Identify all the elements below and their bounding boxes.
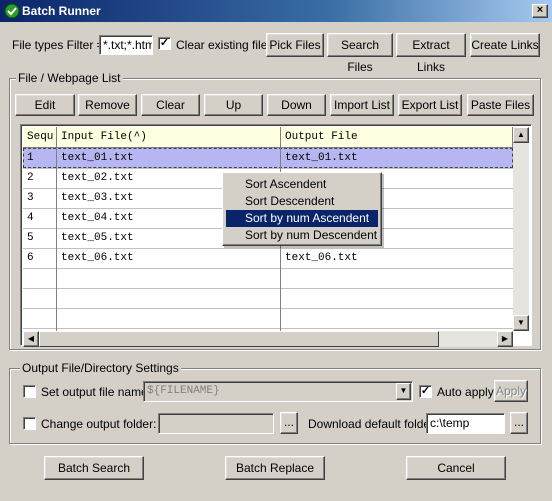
paste-files-button[interactable]: Paste Files <box>467 94 534 116</box>
download-folder-label: Download default folder: <box>308 417 438 431</box>
remove-button[interactable]: Remove <box>78 94 137 116</box>
window-title: Batch Runner <box>22 4 101 18</box>
scroll-left-button[interactable]: ◀ <box>23 331 39 347</box>
row-6-output[interactable]: text_06.txt <box>281 249 511 268</box>
row-6-seq[interactable]: 6 <box>23 249 56 268</box>
arrow-up-icon: ▲ <box>517 130 525 139</box>
cancel-button[interactable]: Cancel <box>406 456 506 480</box>
set-output-name-checkbox[interactable] <box>23 385 36 398</box>
output-name-combo[interactable]: ${FILENAME} ▼ <box>143 381 413 402</box>
row-4-seq[interactable]: 4 <box>23 209 56 228</box>
change-output-folder-label: Change output folder: <box>41 417 157 431</box>
column-header-input[interactable]: Input File(^) <box>57 127 281 148</box>
row-2-seq[interactable]: 2 <box>23 169 56 188</box>
scroll-right-button[interactable]: ▶ <box>497 331 513 347</box>
clear-existing-checkbox[interactable]: ✓ <box>158 37 171 50</box>
create-links-button[interactable]: Create Links <box>470 33 540 57</box>
scroll-down-button[interactable]: ▼ <box>513 315 529 331</box>
search-files-button[interactable]: Search Files <box>327 33 393 74</box>
apply-button[interactable]: Apply <box>494 380 528 402</box>
extract-links-button[interactable]: Extract Links <box>396 33 466 74</box>
output-folder-browse-button[interactable]: ... <box>280 412 298 434</box>
output-settings-group-title: Output File/Directory Settings <box>20 361 181 375</box>
menu-item-sort-num-descendent[interactable]: Sort by num Descendent <box>226 227 378 244</box>
row-divider <box>23 328 513 329</box>
horizontal-scrollbar[interactable]: ◀ ▶ <box>23 331 513 347</box>
auto-apply-checkbox[interactable]: ✓ <box>419 385 432 398</box>
title-bar: Batch Runner × <box>0 0 552 22</box>
row-3-seq[interactable]: 3 <box>23 189 56 208</box>
row-1-output[interactable]: text_01.txt <box>281 149 511 168</box>
download-folder-browse-button[interactable]: ... <box>510 412 528 434</box>
output-name-value: ${FILENAME} <box>147 385 220 397</box>
column-header-seq[interactable]: Sequ <box>23 127 57 148</box>
row-divider <box>23 268 513 269</box>
close-button[interactable]: × <box>532 4 548 18</box>
auto-apply-label: Auto apply <box>437 385 494 399</box>
edit-button[interactable]: Edit <box>15 94 75 116</box>
batch-replace-button[interactable]: Batch Replace <box>225 456 325 480</box>
arrow-left-icon: ◀ <box>27 334 35 343</box>
output-name-dropdown-button[interactable]: ▼ <box>396 383 411 400</box>
import-list-button[interactable]: Import List <box>330 94 394 116</box>
clear-list-button[interactable]: Clear <box>141 94 200 116</box>
sort-context-menu: Sort Ascendent Sort Descendent Sort by n… <box>222 172 382 246</box>
column-header-output[interactable]: Output File <box>281 127 513 148</box>
pick-files-button[interactable]: Pick Files <box>266 33 324 57</box>
output-folder-input[interactable] <box>158 413 274 434</box>
vertical-scrollbar[interactable]: ▲ ▼ <box>513 127 529 331</box>
row-divider <box>23 288 513 289</box>
scroll-up-button[interactable]: ▲ <box>513 127 529 143</box>
row-divider <box>23 308 513 309</box>
app-icon <box>4 3 20 19</box>
menu-item-sort-descendent[interactable]: Sort Descendent <box>226 193 378 210</box>
file-list-group-title: File / Webpage List <box>16 71 123 85</box>
arrow-down-icon: ▼ <box>517 318 525 327</box>
arrow-right-icon: ▶ <box>501 334 509 343</box>
change-output-folder-checkbox[interactable] <box>23 417 36 430</box>
set-output-name-label: Set output file name: <box>41 385 152 399</box>
filter-input[interactable]: *.txt;*.html <box>99 35 153 55</box>
down-button[interactable]: Down <box>267 94 326 116</box>
export-list-button[interactable]: Export List <box>398 94 462 116</box>
filter-label: File types Filter => <box>12 38 111 52</box>
row-1-seq[interactable]: 1 <box>23 149 56 168</box>
menu-item-sort-ascendent[interactable]: Sort Ascendent <box>226 176 378 193</box>
batch-search-button[interactable]: Batch Search <box>44 456 144 480</box>
close-icon: × <box>536 4 544 16</box>
row-6-input[interactable]: text_06.txt <box>57 249 280 268</box>
up-button[interactable]: Up <box>204 94 263 116</box>
horizontal-scroll-thumb[interactable] <box>39 331 439 347</box>
menu-item-sort-num-ascendent[interactable]: Sort by num Ascendent <box>226 210 378 227</box>
chevron-down-icon: ▼ <box>399 386 408 395</box>
download-folder-input[interactable]: c:\temp <box>426 413 505 434</box>
clear-existing-label: Clear existing files <box>176 38 274 52</box>
row-1-input[interactable]: text_01.txt <box>57 149 280 168</box>
row-5-seq[interactable]: 5 <box>23 229 56 248</box>
